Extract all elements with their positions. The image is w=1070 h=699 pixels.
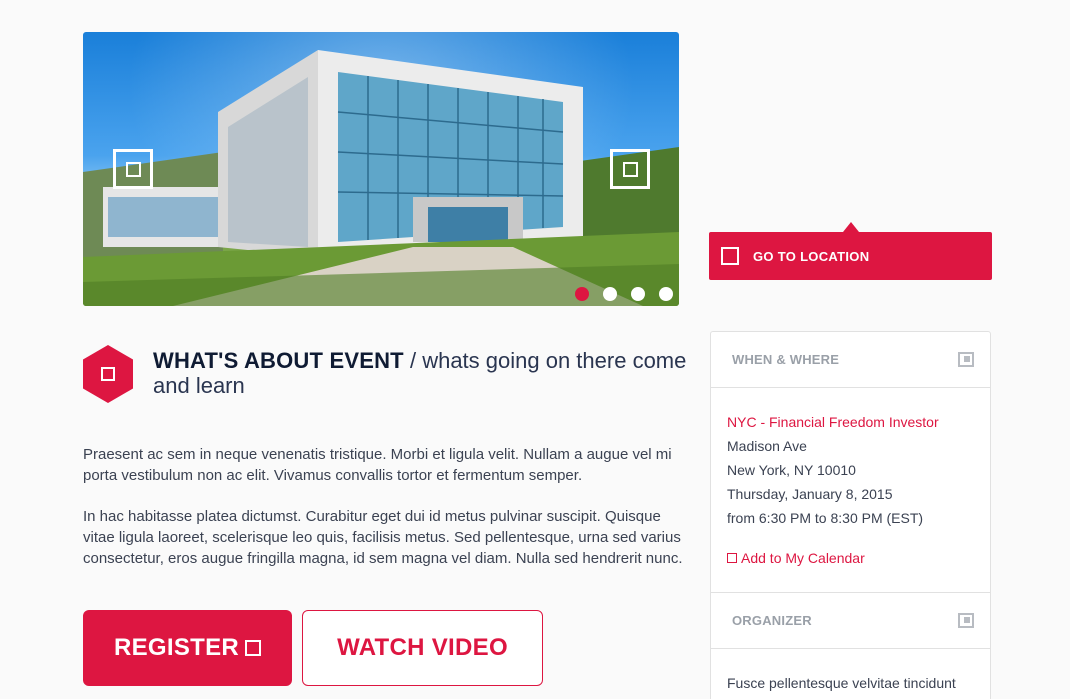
event-description-2: In hac habitasse platea dictumst. Curabi… [83,508,683,567]
event-title-separator: / [409,348,417,373]
event-description-1: Praesent ac sem in neque venenatis trist… [83,446,672,484]
expand-icon[interactable] [958,613,974,628]
when-where-body: NYC - Financial Freedom Investor Madison… [711,388,990,593]
event-heading: WHAT'S ABOUT EVENT / whats going on ther… [153,348,693,398]
slider-pagination [575,287,673,301]
slider-dot-1[interactable] [575,287,589,301]
slider-dot-3[interactable] [631,287,645,301]
slider-prev-button[interactable] [113,149,153,189]
slider-dot-2[interactable] [603,287,617,301]
go-to-location-button[interactable]: GO TO LOCATION [709,222,992,280]
add-to-calendar-link[interactable]: Add to My Calendar [727,550,974,566]
square-icon [622,161,638,177]
event-info-panel: WHEN & WHERE NYC - Financial Freedom Inv… [710,331,991,699]
event-time: from 6:30 PM to 8:30 PM (EST) [727,510,924,526]
watch-video-label: WATCH VIDEO [337,634,508,661]
venue-link[interactable]: NYC - Financial Freedom Investor [727,410,974,434]
slider-dot-4[interactable] [659,287,673,301]
venue-city: New York, NY 10010 [727,462,856,478]
organizer-title: ORGANIZER [732,613,812,628]
building-image [83,50,679,306]
watch-video-button[interactable]: WATCH VIDEO [302,610,543,686]
add-to-calendar-label: Add to My Calendar [741,550,865,566]
go-to-location-label: GO TO LOCATION [753,248,870,264]
expand-icon[interactable] [958,352,974,367]
register-button[interactable]: REGISTER [83,610,292,686]
when-where-title: WHEN & WHERE [732,352,840,367]
venue-street: Madison Ave [727,438,807,454]
event-date: Thursday, January 8, 2015 [727,486,893,502]
event-title: WHAT'S ABOUT EVENT [153,348,404,373]
register-label: REGISTER [113,634,240,661]
organizer-body: Fusce pellentesque velvitae tincidunt [727,675,956,691]
slider-next-button[interactable] [610,149,650,189]
event-hexagon-icon [83,345,133,403]
organizer-header: ORGANIZER [711,593,990,649]
square-icon [125,161,141,177]
image-slider [83,32,679,306]
square-icon [245,640,262,656]
square-icon [721,247,739,265]
when-where-header: WHEN & WHERE [711,332,990,388]
square-icon [101,367,115,381]
square-icon [727,553,737,563]
